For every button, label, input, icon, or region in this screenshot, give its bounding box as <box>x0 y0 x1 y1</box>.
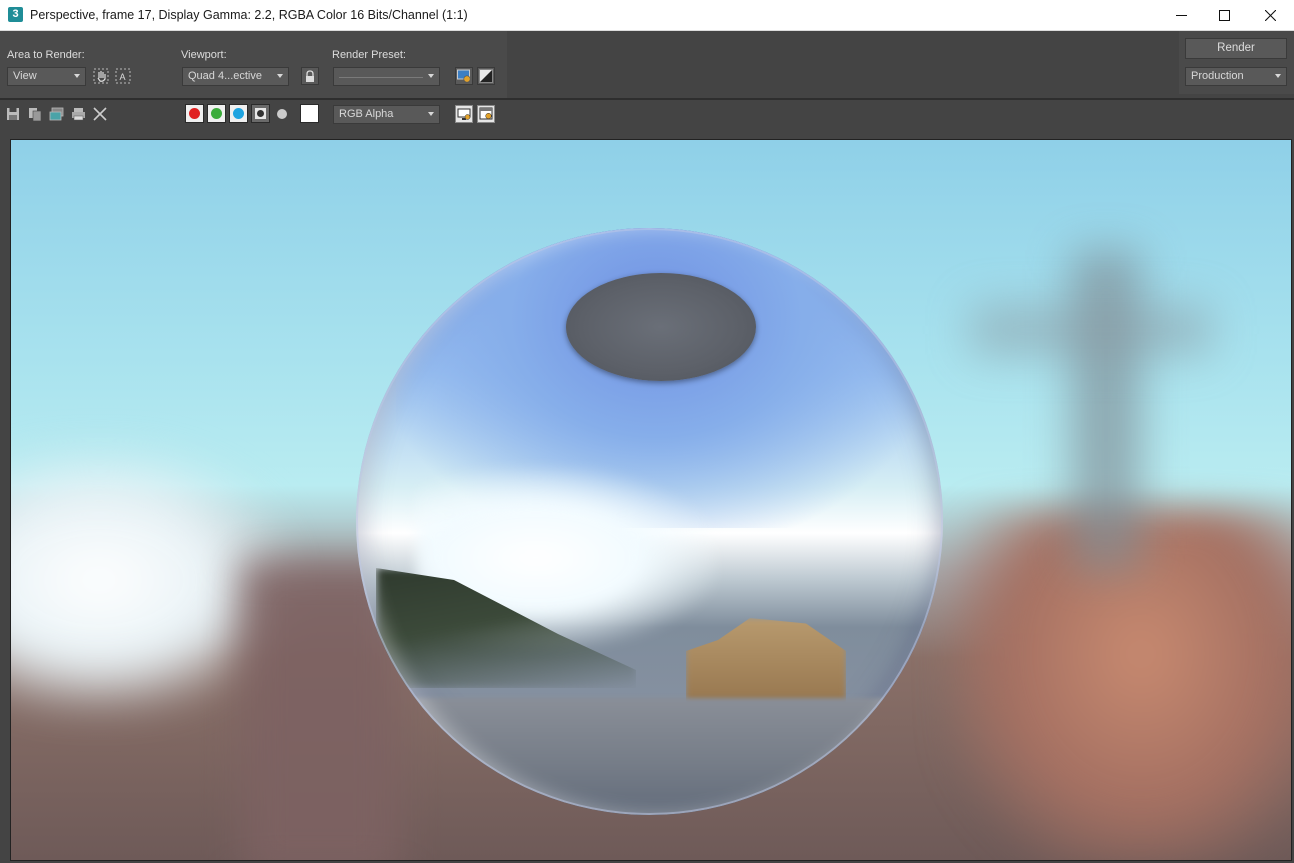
empty-value-line <box>339 77 423 78</box>
environment-exposure-button[interactable] <box>477 67 495 85</box>
auto-region-icon: A <box>115 68 131 84</box>
sphere-rim-highlight <box>356 228 943 815</box>
lock-viewport-button[interactable] <box>301 67 319 85</box>
app-3ds-max-icon: 3 <box>8 7 23 22</box>
render-window-button[interactable] <box>477 105 495 123</box>
green-channel-icon <box>211 108 222 119</box>
close-button[interactable] <box>1247 0 1293 30</box>
area-to-render-label: Area to Render: <box>7 49 85 61</box>
chrome-sphere <box>356 228 943 815</box>
auto-region-button[interactable]: A <box>114 67 132 85</box>
viewport-label: Viewport: <box>181 49 227 61</box>
render-setup-icon <box>457 69 471 83</box>
chevron-down-icon <box>1275 74 1281 78</box>
clear-icon <box>93 107 107 121</box>
display-icon <box>457 108 471 120</box>
channel-display-value: RGB Alpha <box>339 108 394 120</box>
render-preset-label: Render Preset: <box>332 49 406 61</box>
save-image-icon <box>7 108 19 120</box>
blue-channel-toggle[interactable] <box>229 104 248 123</box>
edit-region-button[interactable] <box>92 67 110 85</box>
rendered-image <box>10 139 1292 861</box>
clear-button[interactable] <box>91 105 109 123</box>
environment-icon <box>479 69 493 83</box>
close-icon <box>1264 9 1276 21</box>
copy-image-icon <box>29 108 42 121</box>
display-toggle-button[interactable] <box>455 105 473 123</box>
chevron-down-icon <box>74 74 80 78</box>
svg-text:A: A <box>120 72 126 82</box>
render-mode-value: Production <box>1191 70 1244 82</box>
maximize-icon <box>1218 9 1230 21</box>
viewport-dropdown[interactable]: Quad 4...ective <box>182 67 289 86</box>
minimize-button[interactable] <box>1158 0 1204 30</box>
red-channel-icon <box>189 108 200 119</box>
monochrome-icon <box>277 109 287 119</box>
red-channel-toggle[interactable] <box>185 104 204 123</box>
chevron-down-icon <box>428 74 434 78</box>
clone-window-button[interactable] <box>47 105 65 123</box>
render-mode-dropdown[interactable]: Production <box>1185 67 1287 86</box>
maximize-button[interactable] <box>1201 0 1247 30</box>
chevron-down-icon <box>428 112 434 116</box>
green-channel-toggle[interactable] <box>207 104 226 123</box>
print-image-icon <box>71 108 85 121</box>
viewport-value: Quad 4...ective <box>188 70 262 82</box>
area-to-render-value: View <box>13 70 37 82</box>
window-title: Perspective, frame 17, Display Gamma: 2.… <box>30 8 468 22</box>
lock-icon <box>306 69 314 82</box>
print-image-button[interactable] <box>69 105 87 123</box>
render-preset-dropdown[interactable] <box>333 67 440 86</box>
monochrome-toggle[interactable] <box>273 105 291 123</box>
render-options-panel <box>0 31 507 98</box>
render-scene <box>11 140 1291 860</box>
blue-channel-icon <box>233 108 244 119</box>
save-image-button[interactable] <box>4 105 22 123</box>
render-window-icon <box>479 107 493 120</box>
minimize-icon <box>1175 14 1187 16</box>
alpha-channel-icon <box>255 108 266 119</box>
edit-region-icon <box>93 68 109 84</box>
render-setup-button[interactable] <box>455 67 473 85</box>
background-post <box>1071 250 1141 570</box>
background-crossbar <box>971 305 1211 355</box>
chevron-down-icon <box>277 74 283 78</box>
title-bar: 3 Perspective, frame 17, Display Gamma: … <box>0 0 1294 31</box>
channel-display-dropdown[interactable]: RGB Alpha <box>333 105 440 124</box>
area-to-render-dropdown[interactable]: View <box>7 67 86 86</box>
clone-window-icon <box>49 107 63 121</box>
copy-image-button[interactable] <box>26 105 44 123</box>
render-button[interactable]: Render <box>1185 38 1287 59</box>
alpha-channel-toggle[interactable] <box>251 104 270 123</box>
color-swatch[interactable] <box>300 104 319 123</box>
